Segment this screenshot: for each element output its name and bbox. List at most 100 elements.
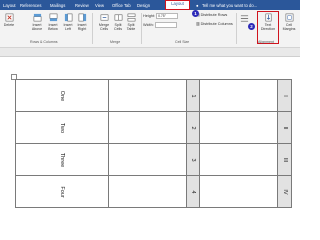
table-cell[interactable]: II — [277, 111, 292, 144]
cell-text: Two — [59, 122, 65, 133]
table-cell[interactable]: 1 — [186, 79, 200, 112]
width-row: Width: — [143, 22, 177, 28]
insert-below-icon — [49, 13, 57, 22]
table-row: Three 3 III — [15, 143, 292, 176]
alignment-group-label: Alignment — [258, 40, 274, 44]
insert-above-button[interactable]: Insert Above — [29, 13, 45, 31]
merge-cells-label: Merge Cells — [98, 23, 110, 31]
ribbon: Delete Insert Above Insert Below Insert … — [0, 10, 300, 48]
tab-view[interactable]: View — [95, 1, 104, 10]
tab-review[interactable]: Review — [75, 1, 89, 10]
cell-text: 4 — [190, 189, 196, 194]
separator — [141, 13, 142, 44]
delete-button[interactable]: Delete — [2, 13, 16, 27]
merge-group-label: Merge — [110, 40, 121, 44]
insert-right-label: Insert Right — [77, 23, 87, 31]
rows-columns-group-label: Rows & Columns — [30, 40, 58, 44]
cell-text: 2 — [190, 125, 196, 130]
tell-me-box[interactable]: Tell me what you want to do... — [202, 1, 257, 10]
merge-cells-button[interactable]: Merge Cells — [97, 13, 111, 31]
cell-margins-button[interactable]: Cell Margins — [281, 13, 297, 31]
cell-text: III — [281, 157, 288, 162]
table-cell[interactable]: Four — [15, 175, 109, 208]
ribbon-tab-bar: Layout References Mailings Review View O… — [0, 0, 300, 10]
cell-text: Three — [59, 152, 65, 167]
delete-label: Delete — [3, 23, 15, 27]
distribute-columns-button[interactable]: ▥ Distribute Columns — [196, 22, 233, 27]
table-cell[interactable]: 2 — [186, 111, 200, 144]
split-cells-button[interactable]: Split Cells — [112, 13, 124, 31]
tab-office-tab[interactable]: Office Tab — [112, 1, 131, 10]
step-badge-2: 2 — [248, 23, 255, 30]
horizontal-ruler[interactable] — [0, 48, 300, 57]
step-badge-1: 1 — [192, 10, 199, 17]
insert-left-label: Insert Left — [63, 23, 73, 31]
distribute-columns-icon: ▥ — [196, 22, 200, 26]
cell-text: IV — [281, 188, 288, 195]
cell-size-group-label: Cell Size — [175, 40, 190, 44]
table-cell[interactable]: 4 — [186, 175, 200, 208]
table-cell[interactable] — [108, 79, 187, 112]
insert-below-button[interactable]: Insert Below — [45, 13, 61, 31]
cell-text: One — [59, 90, 65, 101]
distribute-rows-button[interactable]: ▤ Distribute Rows — [196, 13, 227, 18]
height-row: Height: 0.75" — [143, 13, 179, 19]
insert-right-icon — [78, 13, 86, 22]
table-cell[interactable]: I — [277, 79, 292, 112]
cell-text: I — [281, 94, 288, 97]
table-cell[interactable]: Three — [15, 143, 109, 176]
table-cell[interactable] — [199, 175, 278, 208]
width-label: Width: — [143, 23, 154, 27]
tab-mailings[interactable]: Mailings — [50, 1, 65, 10]
split-cells-icon — [114, 14, 122, 21]
merge-cells-icon — [100, 14, 108, 21]
height-input[interactable]: 0.75" — [156, 13, 179, 19]
insert-above-icon — [33, 13, 41, 22]
text-direction-label: Text Direction — [260, 23, 276, 31]
table-cell[interactable]: Two — [15, 111, 109, 144]
cell-text: Four — [59, 185, 65, 198]
cell-text: 3 — [190, 157, 196, 162]
document-table[interactable]: One 1 I Two 2 II Three 3 III Four 4 IV — [15, 79, 292, 208]
text-direction-button[interactable]: Text Direction — [259, 13, 277, 31]
split-table-label: Split Table — [126, 23, 136, 31]
table-cell[interactable]: 3 — [186, 143, 200, 176]
cell-margins-icon — [285, 13, 293, 22]
table-cell[interactable] — [108, 143, 187, 176]
table-row: Two 2 II — [15, 111, 292, 144]
tab-design[interactable]: Design — [137, 1, 150, 10]
table-cell[interactable] — [108, 111, 187, 144]
table-cell[interactable]: IV — [277, 175, 292, 208]
table-cell[interactable] — [108, 175, 187, 208]
alignment-grid-icon — [240, 15, 248, 22]
tab-layout-page[interactable]: Layout — [3, 1, 16, 10]
table-cell[interactable]: One — [15, 79, 109, 112]
insert-below-label: Insert Below — [48, 23, 58, 31]
separator — [92, 13, 93, 44]
alignment-grid-button[interactable] — [239, 14, 249, 24]
text-direction-icon — [265, 13, 271, 22]
insert-left-icon — [64, 13, 72, 22]
separator — [236, 13, 237, 44]
table-cell[interactable] — [199, 111, 278, 144]
insert-right-button[interactable]: Insert Right — [75, 13, 89, 31]
table-cell[interactable]: III — [277, 143, 292, 176]
cell-text: 1 — [190, 93, 196, 98]
width-input[interactable] — [154, 22, 177, 28]
tab-references[interactable]: References — [20, 1, 41, 10]
table-cell[interactable] — [199, 143, 278, 176]
table-cell[interactable] — [199, 79, 278, 112]
lightbulb-icon: ● — [196, 3, 199, 8]
cell-margins-label: Cell Margins — [282, 23, 296, 31]
height-label: Height: — [143, 14, 156, 18]
delete-table-icon — [5, 13, 13, 22]
insert-above-label: Insert Above — [31, 23, 43, 31]
insert-left-button[interactable]: Insert Left — [61, 13, 75, 31]
table-row: One 1 I — [15, 79, 292, 112]
distribute-columns-label: Distribute Columns — [200, 22, 233, 26]
tab-table-layout[interactable]: Layout — [165, 0, 190, 10]
split-table-button[interactable]: Split Table — [125, 13, 137, 31]
distribute-rows-label: Distribute Rows — [200, 13, 228, 17]
split-cells-label: Split Cells — [114, 23, 122, 31]
split-table-icon — [127, 13, 135, 22]
